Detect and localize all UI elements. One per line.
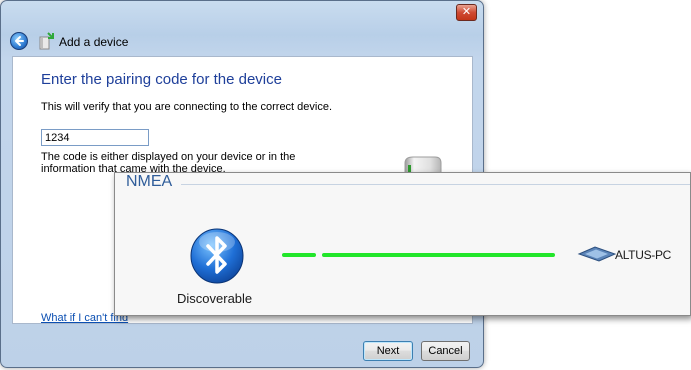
nmea-panel: NMEA Discoverable ALTUS-PC (114, 172, 691, 316)
nmea-title: NMEA (123, 173, 176, 191)
window-title: Add a device (59, 35, 129, 49)
connection-link-line (282, 253, 555, 257)
close-button[interactable]: ✕ (456, 4, 477, 21)
pairing-code-input[interactable] (41, 129, 149, 146)
dialog-footer: Next Cancel (12, 324, 473, 369)
add-device-icon (39, 32, 54, 50)
computer-name: ALTUS-PC (615, 248, 672, 262)
bluetooth-icon[interactable] (189, 226, 245, 284)
panel-divider (181, 184, 690, 185)
discoverable-status: Discoverable (177, 291, 253, 306)
cancel-button[interactable]: Cancel (421, 341, 470, 361)
page-heading: Enter the pairing code for the device (41, 71, 282, 88)
back-button[interactable] (10, 32, 28, 50)
page-description: This will verify that you are connecting… (41, 101, 333, 113)
computer-icon (577, 246, 617, 262)
next-button[interactable]: Next (363, 341, 413, 361)
back-arrow-icon (15, 36, 24, 46)
